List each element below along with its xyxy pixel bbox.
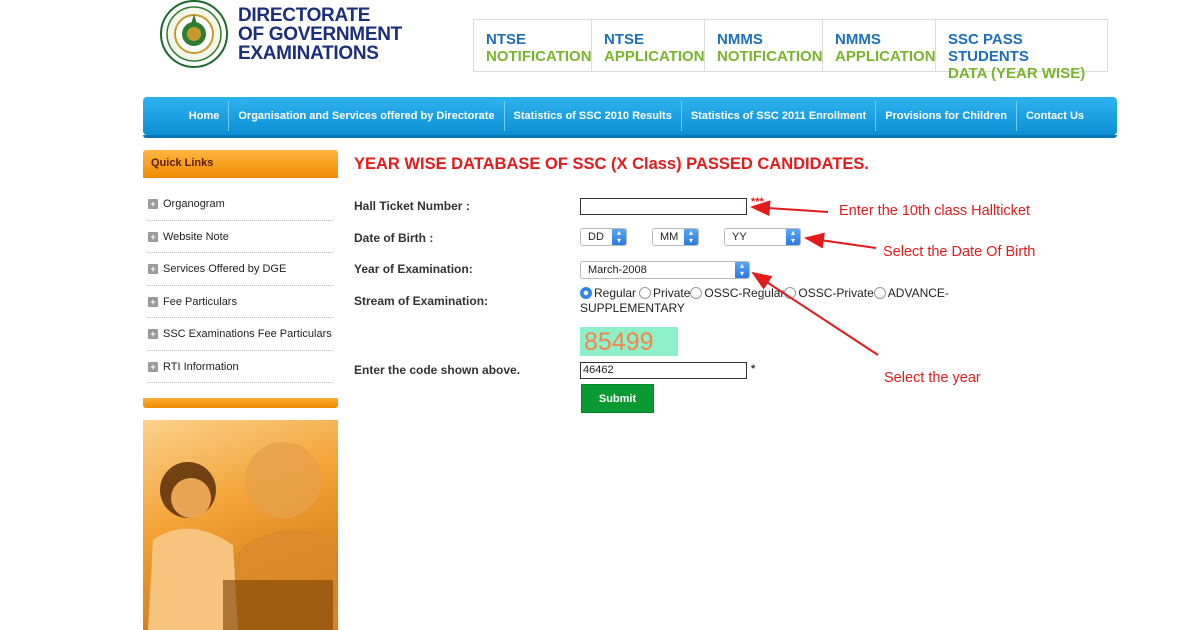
stream-radio-group: Regular Private OSSC-Regular OSSC-Private AD… (580, 286, 949, 315)
nmms-application-link[interactable]: NMMS APPLICATION (823, 20, 936, 71)
dob-day-select[interactable]: DD ▴ ▾ (580, 228, 627, 246)
nmms-notification-link[interactable]: NMMS NOTIFICATION (705, 20, 823, 71)
main-nav: Home Organisation and Services offered b… (143, 97, 1117, 138)
arrow-to-dob (804, 232, 877, 249)
plus-icon: + (148, 361, 158, 372)
year-label: Year of Examination: (354, 262, 473, 276)
quick-links-heading: Quick Links (143, 150, 338, 178)
nav-contact-us[interactable]: Contact Us (1015, 101, 1093, 131)
hall-ticket-label: Hall Ticket Number : (354, 199, 470, 213)
quick-link-website-note[interactable]: + Website Note (143, 221, 338, 254)
stream-label: Stream of Examination: (354, 294, 489, 308)
quick-link-organogram[interactable]: + Organogram (143, 188, 338, 221)
annotation-dob: Select the Date Of Birth (883, 244, 1036, 260)
nav-provisions-children[interactable]: Provisions for Children (875, 101, 1016, 131)
year-of-exam-select[interactable]: March-2008 ▴ ▾ (580, 261, 750, 279)
dob-month-select[interactable]: MM ▴ ▾ (652, 228, 699, 246)
code-required-marker: * (751, 363, 756, 375)
submit-button[interactable]: Submit (581, 384, 654, 413)
quick-link-fee-particulars[interactable]: + Fee Particulars (143, 286, 338, 319)
captcha-image: 85499 (580, 327, 678, 356)
radio-private[interactable] (639, 287, 652, 299)
radio-advance-supplementary[interactable] (873, 287, 886, 299)
radio-ossc-private[interactable] (784, 287, 797, 299)
quick-links-list: + Organogram + Website Note + Services Offe… (143, 188, 338, 383)
emblem-logo-icon (160, 0, 228, 68)
select-arrows-icon: ▴ ▾ (735, 262, 749, 278)
quick-link-services[interactable]: + Services Offered by DGE (143, 253, 338, 286)
plus-icon: + (148, 199, 158, 210)
captcha-code-input[interactable]: 46462 (580, 362, 747, 379)
quick-link-rti[interactable]: + RTI Information (143, 351, 338, 384)
quick-links-footer (143, 398, 338, 408)
plus-icon: + (148, 231, 158, 242)
logo-line-3: EXAMINATIONS (238, 43, 379, 62)
dob-year-select[interactable]: YY ▴ ▾ (724, 228, 801, 246)
annotation-hallticket: Enter the 10th class Hallticket (839, 203, 1031, 219)
code-label: Enter the code shown above. (354, 363, 521, 377)
plus-icon: + (148, 329, 158, 340)
hall-ticket-input[interactable] (580, 198, 747, 215)
ntse-application-link[interactable]: NTSE APPLICATION (592, 20, 705, 71)
ssc-pass-students-link[interactable]: SSC PASS STUDENTS DATA (YEAR WISE) (936, 20, 1107, 82)
page-title: YEAR WISE DATABASE OF SSC (X Class) PASS… (354, 155, 869, 173)
nav-ssc-2011-enrollment[interactable]: Statistics of SSC 2011 Enrollment (680, 101, 875, 131)
logo-line-1: DIRECTORATE (238, 6, 371, 26)
required-marker: *** (751, 196, 764, 208)
select-arrows-icon: ▴ ▾ (786, 229, 800, 245)
nav-organisation[interactable]: Organisation and Services offered by Dir… (228, 101, 503, 131)
top-links-bar: NTSE NOTIFICATION NTSE APPLICATION NMMS … (473, 19, 1108, 82)
select-arrows-icon: ▴ ▾ (612, 229, 626, 245)
plus-icon: + (148, 296, 158, 307)
annotation-year: Select the year (884, 370, 981, 386)
ntse-notification-link[interactable]: NTSE NOTIFICATION (474, 20, 592, 71)
plus-icon: + (148, 264, 158, 275)
radio-ossc-regular[interactable] (690, 287, 703, 299)
radio-regular[interactable] (580, 287, 592, 299)
quick-link-ssc-fee[interactable]: + SSC Examinations Fee Particulars (143, 318, 338, 351)
students-photo (143, 420, 338, 630)
site-logo-text[interactable]: DIRECTORATE OF GOVERNMENT EXAMINATIONS (238, 6, 402, 62)
nav-ssc-2010-results[interactable]: Statistics of SSC 2010 Results (503, 101, 681, 131)
nav-home[interactable]: Home (180, 101, 229, 131)
dob-label: Date of Birth : (354, 231, 434, 245)
logo-line-2: OF GOVERNMENT (238, 24, 402, 45)
select-arrows-icon: ▴ ▾ (684, 229, 698, 245)
